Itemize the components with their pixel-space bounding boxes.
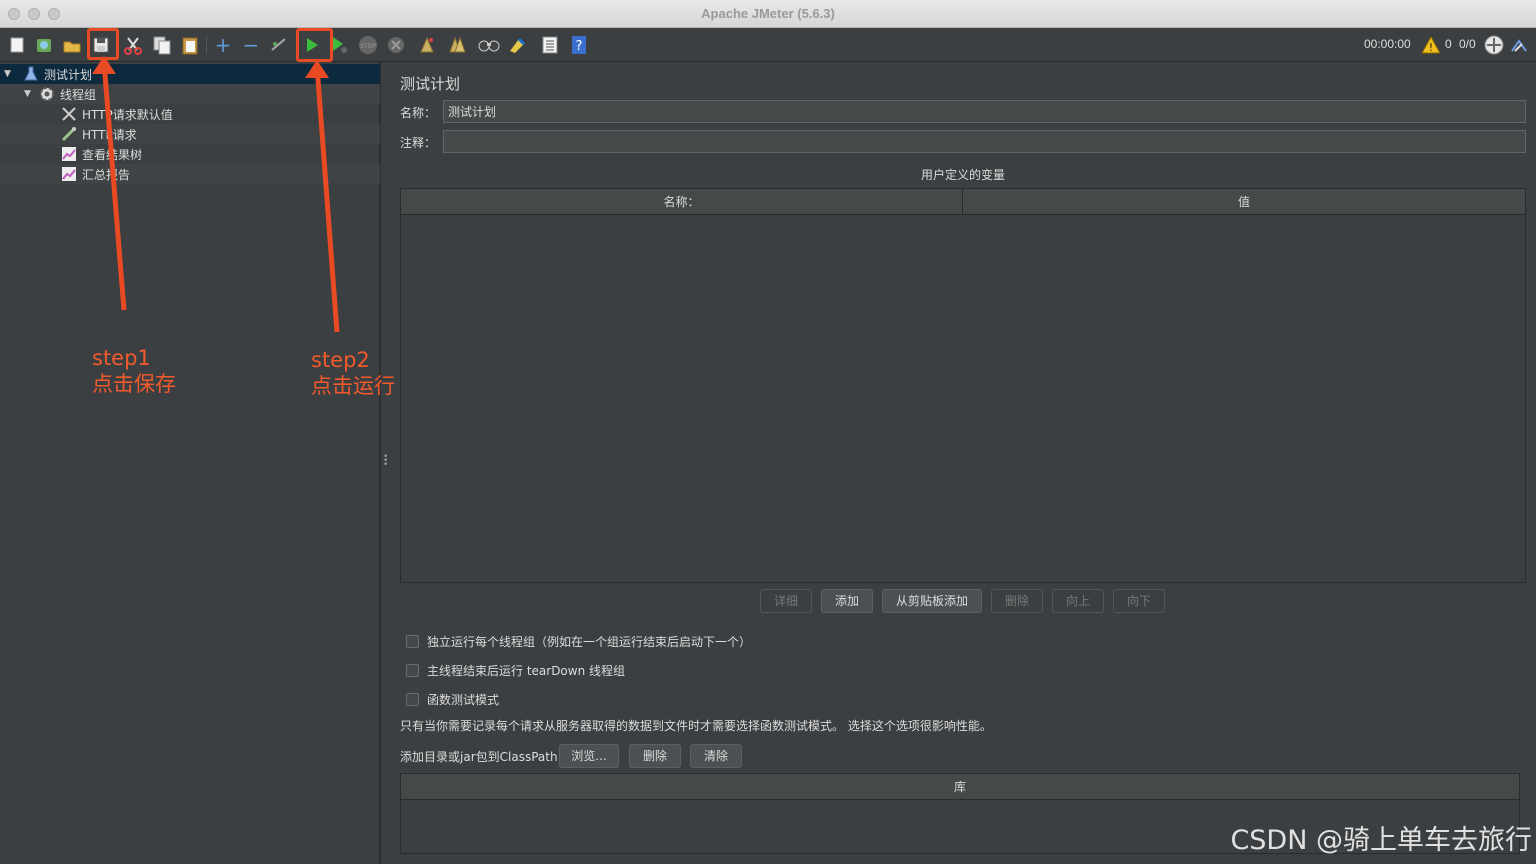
splitter-grip-icon[interactable]: • • • [383, 453, 388, 470]
pipette-icon [60, 126, 78, 142]
open-icon[interactable] [61, 34, 83, 56]
chart-icon [60, 166, 78, 182]
clear-icon[interactable] [416, 34, 438, 56]
save-highlight-box [87, 28, 119, 60]
move-up-button[interactable]: 向上 [1052, 589, 1104, 613]
step2-annotation: step2 点击运行 [311, 347, 395, 399]
svg-text:?: ? [576, 39, 583, 54]
flask-icon [22, 66, 40, 82]
test-plan-tree: ▼ 测试计划 ▼ 线程组 HTTP请求默认值 HTTP请求 查看结果树 汇总报告 [0, 62, 380, 864]
reset-search-icon[interactable] [506, 34, 528, 56]
page-title: 测试计划 [400, 75, 461, 93]
detail-button[interactable]: 详细 [760, 589, 812, 613]
name-label: 名称： [400, 106, 437, 120]
tree-toggle-icon[interactable]: ▼ [4, 69, 14, 79]
search-icon[interactable] [478, 34, 500, 56]
checkbox[interactable] [406, 635, 419, 648]
name-field[interactable] [443, 100, 1526, 123]
classpath-label: 添加目录或jar包到ClassPath [400, 750, 558, 764]
comment-label: 注释： [400, 136, 437, 150]
tree-item-http-request[interactable]: HTTP请求 [0, 124, 380, 144]
main-toolbar: + − STOP ? 00:00:00 ! 0 0/0 [0, 28, 1536, 62]
column-header-value[interactable]: 值 [962, 189, 1525, 215]
step1-label: step1 [92, 346, 151, 370]
start-highlight-box [296, 28, 333, 62]
add-from-clipboard-button[interactable]: 从剪贴板添加 [882, 589, 982, 613]
wrench-icon [60, 106, 78, 122]
toggle-icon[interactable] [268, 34, 290, 56]
step1-annotation: step1 点击保存 [92, 345, 176, 397]
tree-item-label: HTTP请求默认值 [82, 107, 173, 122]
comment-field[interactable] [443, 130, 1526, 153]
delete-button[interactable]: 删除 [991, 589, 1043, 613]
svg-text:STOP: STOP [360, 43, 376, 50]
step1-caption: 点击保存 [92, 372, 176, 396]
tree-item-test-plan[interactable]: ▼ 测试计划 [0, 64, 380, 84]
function-helper-icon[interactable] [539, 34, 561, 56]
cut-icon[interactable] [122, 34, 144, 56]
thread-count: 0/0 [1459, 37, 1476, 51]
elapsed-timer: 00:00:00 [1364, 37, 1411, 51]
paste-icon[interactable] [179, 34, 201, 56]
tree-item-thread-group[interactable]: ▼ 线程组 [0, 84, 380, 104]
clear-all-icon[interactable] [446, 34, 468, 56]
column-header-library[interactable]: 库 [401, 774, 1519, 800]
shutdown-icon[interactable] [385, 34, 407, 56]
window-title: Apache JMeter (5.6.3) [701, 6, 835, 21]
tree-item-label: 线程组 [60, 87, 97, 102]
log-viewer-icon[interactable] [1508, 34, 1530, 56]
stop-icon[interactable]: STOP [357, 34, 379, 56]
copy-icon[interactable] [151, 34, 173, 56]
warning-count: 0 [1445, 37, 1452, 51]
checkbox[interactable] [406, 664, 419, 677]
tree-item-results-tree[interactable]: 查看结果树 [0, 144, 380, 164]
browse-button[interactable]: 浏览... [559, 744, 619, 768]
classpath-clear-button[interactable]: 清除 [690, 744, 742, 768]
warning-icon[interactable]: ! [1420, 34, 1442, 56]
tree-item-label: HTTP请求 [82, 127, 137, 142]
step2-label: step2 [311, 348, 370, 372]
test-plan-editor: 测试计划 名称： 注释： 用户定义的变量 名称： 值 详细 添加 从剪贴板添加 … [388, 62, 1536, 864]
add-button[interactable]: 添加 [821, 589, 873, 613]
templates-icon[interactable] [33, 34, 55, 56]
tree-item-http-defaults[interactable]: HTTP请求默认值 [0, 104, 380, 124]
option-label: 主线程结束后运行 tearDown 线程组 [427, 664, 626, 678]
svg-text:!: ! [1429, 41, 1433, 54]
gear-icon [38, 86, 56, 102]
checkbox[interactable] [406, 693, 419, 706]
column-header-name[interactable]: 名称： [401, 189, 962, 215]
help-icon[interactable]: ? [568, 34, 590, 56]
new-icon[interactable] [6, 34, 28, 56]
watermark: CSDN @骑上单车去旅行 [1230, 825, 1532, 856]
chart-icon [60, 146, 78, 162]
variables-section-title: 用户定义的变量 [920, 168, 1005, 182]
move-down-button[interactable]: 向下 [1113, 589, 1165, 613]
remote-icon[interactable] [1483, 34, 1505, 56]
option-label: 函数测试模式 [427, 693, 500, 707]
collapse-all-icon[interactable]: − [240, 33, 262, 57]
tree-toggle-icon[interactable]: ▼ [24, 89, 34, 99]
step2-caption: 点击运行 [311, 374, 395, 398]
functional-mode-option[interactable]: 函数测试模式 [406, 691, 499, 708]
variables-table[interactable]: 名称： 值 [400, 188, 1526, 583]
serialize-thread-groups-option[interactable]: 独立运行每个线程组（例如在一个组运行结束后启动下一个） [406, 633, 751, 650]
classpath-delete-button[interactable]: 删除 [629, 744, 681, 768]
tree-item-label: 查看结果树 [82, 147, 143, 162]
expand-all-icon[interactable]: + [212, 33, 234, 57]
tree-item-label: 汇总报告 [82, 167, 131, 182]
title-bar: Apache JMeter (5.6.3) [0, 0, 1536, 28]
tree-item-label: 测试计划 [44, 67, 93, 82]
tree-item-summary-report[interactable]: 汇总报告 [0, 164, 380, 184]
functional-mode-note: 只有当你需要记录每个请求从服务器取得的数据到文件时才需要选择函数测试模式。 选择… [400, 719, 992, 733]
option-label: 独立运行每个线程组（例如在一个组运行结束后启动下一个） [427, 635, 752, 649]
teardown-option[interactable]: 主线程结束后运行 tearDown 线程组 [406, 662, 625, 679]
